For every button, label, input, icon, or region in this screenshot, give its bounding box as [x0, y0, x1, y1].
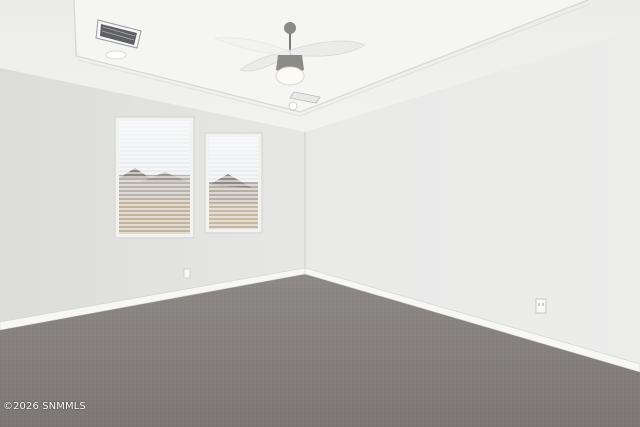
wall-outlet-icon: [535, 298, 547, 314]
recessed-light-icon: [105, 50, 127, 60]
wall-outlet-icon: [183, 268, 191, 279]
room-photo: [0, 0, 640, 427]
copyright-watermark: ©2026 SNMMLS: [3, 401, 86, 412]
window-left: [114, 116, 195, 239]
window-right: [204, 132, 263, 234]
smoke-detector: [288, 101, 298, 111]
